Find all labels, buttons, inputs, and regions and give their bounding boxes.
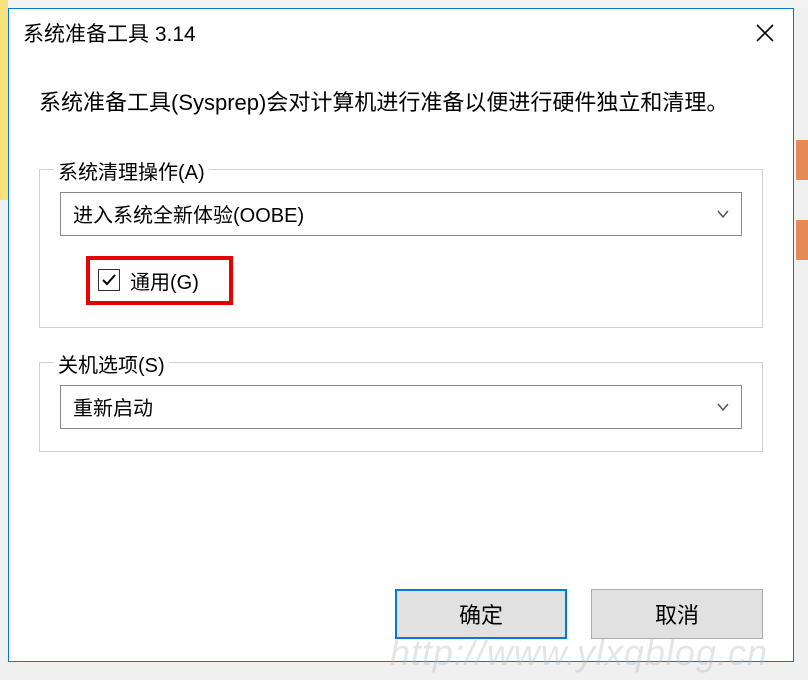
shutdown-options-dropdown[interactable]: 重新启动 [60, 385, 742, 429]
background-strip-right-b [796, 220, 808, 260]
chevron-down-icon [715, 206, 731, 222]
shutdown-options-value: 重新启动 [73, 392, 153, 421]
cancel-button[interactable]: 取消 [591, 589, 763, 639]
shutdown-options-group: 关机选项(S) 重新启动 [39, 362, 763, 452]
cleanup-action-group: 系统清理操作(A) 进入系统全新体验(OOBE) 通用(G) [39, 169, 763, 328]
check-icon [101, 272, 117, 288]
generalize-checkbox[interactable] [98, 269, 120, 291]
ok-button[interactable]: 确定 [395, 589, 567, 639]
dialog-content: 系统准备工具(Sysprep)会对计算机进行准备以便进行硬件独立和清理。 系统清… [9, 57, 793, 581]
generalize-checkbox-highlight: 通用(G) [86, 256, 233, 305]
chevron-down-icon [715, 399, 731, 415]
cancel-button-label: 取消 [655, 598, 699, 630]
generalize-label: 通用(G) [130, 266, 199, 295]
close-button[interactable] [745, 13, 785, 53]
dialog-title: 系统准备工具 3.14 [23, 18, 196, 48]
background-strip-left [0, 0, 8, 200]
sysprep-dialog: 系统准备工具 3.14 系统准备工具(Sysprep)会对计算机进行准备以便进行… [8, 8, 794, 662]
close-icon [755, 23, 775, 43]
ok-button-label: 确定 [459, 598, 503, 630]
dialog-description: 系统准备工具(Sysprep)会对计算机进行准备以便进行硬件独立和清理。 [39, 87, 763, 119]
titlebar: 系统准备工具 3.14 [9, 9, 793, 57]
cleanup-action-value: 进入系统全新体验(OOBE) [73, 199, 304, 228]
background-strip-top [0, 0, 808, 8]
cleanup-action-legend: 系统清理操作(A) [54, 156, 209, 185]
dialog-button-row: 确定 取消 [9, 581, 793, 661]
cleanup-action-dropdown[interactable]: 进入系统全新体验(OOBE) [60, 192, 742, 236]
shutdown-options-legend: 关机选项(S) [54, 349, 169, 378]
background-strip-right-a [796, 140, 808, 180]
